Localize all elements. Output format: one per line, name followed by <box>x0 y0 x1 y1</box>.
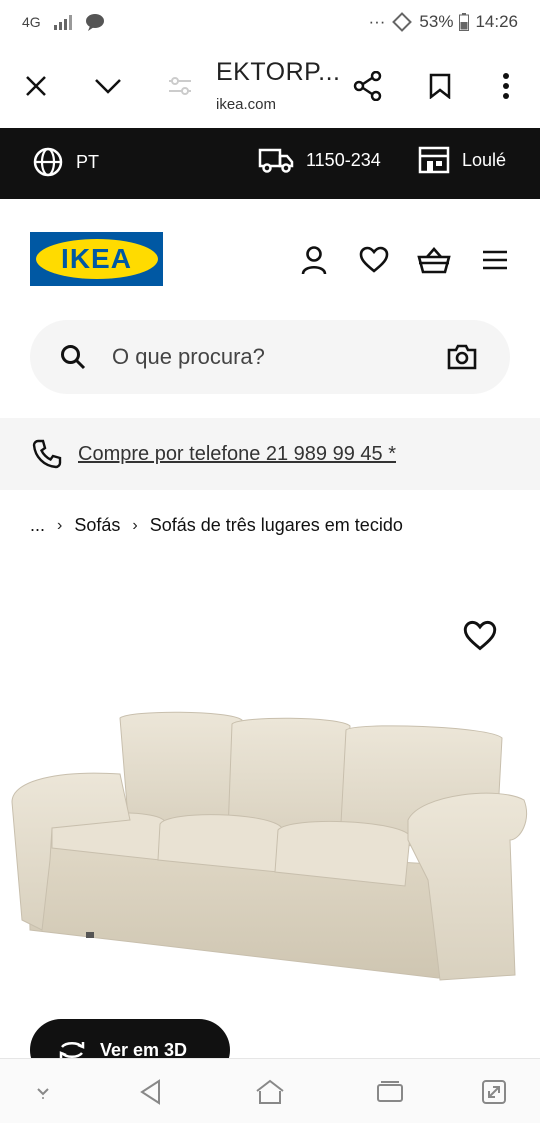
bookmark-button[interactable] <box>418 64 462 108</box>
store-selector[interactable]: Loulé <box>418 146 506 174</box>
recents-icon <box>377 1081 403 1102</box>
logo-text: IKEA <box>61 243 132 274</box>
store-label: Loulé <box>462 149 507 170</box>
search-icon <box>61 345 86 370</box>
chevron-right-icon: › <box>57 516 63 534</box>
language-label: PT <box>76 151 100 172</box>
nav-hide-button[interactable] <box>28 1077 58 1107</box>
close-icon <box>26 76 46 96</box>
system-nav-bar <box>0 1058 540 1123</box>
home-icon <box>256 1079 284 1104</box>
chevron-right-icon: › <box>132 516 138 534</box>
ikea-logo[interactable]: IKEA <box>30 232 163 286</box>
site-settings-button[interactable] <box>158 64 202 108</box>
page-title: EKTORP... <box>216 58 341 86</box>
search-placeholder: O que procura? <box>112 344 265 369</box>
breadcrumb-ellipsis[interactable]: ... <box>30 515 45 536</box>
chevron-down-icon <box>95 79 121 94</box>
delivery-truck-icon <box>258 148 294 173</box>
chat-bubble-icon <box>85 14 104 31</box>
clock: 14:26 <box>475 12 518 31</box>
close-tab-button[interactable] <box>14 64 58 108</box>
phone-order-link[interactable]: Compre por telefone 21 989 99 45 * <box>78 443 396 466</box>
visual-search-button[interactable] <box>444 339 480 375</box>
hamburger-menu-icon <box>483 250 507 270</box>
battery-icon <box>459 13 470 31</box>
menu-button[interactable] <box>475 240 515 280</box>
account-button[interactable] <box>294 240 334 280</box>
more-options-button[interactable] <box>484 64 528 108</box>
postcode-label: 1150-234 <box>306 149 381 170</box>
share-button[interactable] <box>346 64 390 108</box>
expand-icon <box>482 1080 506 1104</box>
language-selector[interactable]: PT <box>32 146 99 178</box>
nav-fullscreen-button[interactable] <box>479 1077 509 1107</box>
signal-icon <box>53 15 72 30</box>
phone-icon <box>32 439 62 469</box>
heart-icon <box>359 246 389 273</box>
store-icon <box>418 146 450 174</box>
add-to-wishlist-button[interactable] <box>463 620 497 654</box>
back-triangle-icon <box>140 1079 160 1105</box>
bookmark-icon <box>429 73 451 99</box>
network-type: 4G <box>22 14 41 30</box>
breadcrumb-item-current[interactable]: Sofás de três lugares em tecido <box>150 515 403 536</box>
camera-icon <box>447 344 477 370</box>
status-bar: 4G ··· 53% 14:26 <box>0 0 540 44</box>
heart-icon <box>463 620 497 651</box>
breadcrumb-item-sofas[interactable]: Sofás <box>74 515 120 536</box>
nav-back-button[interactable] <box>136 1077 166 1107</box>
chevron-down-small-icon <box>37 1088 49 1099</box>
page-url: ikea.com <box>216 96 277 113</box>
wishlist-button[interactable] <box>354 240 394 280</box>
search-input[interactable]: O que procura? <box>30 320 510 394</box>
more-notifications-icon: ··· <box>368 12 386 31</box>
globe-icon <box>33 147 63 177</box>
postcode-selector[interactable]: 1150-234 <box>258 146 381 174</box>
nav-recents-button[interactable] <box>375 1077 405 1107</box>
collapse-button[interactable] <box>86 64 130 108</box>
product-image-sofa[interactable] <box>0 690 540 990</box>
nav-home-button[interactable] <box>255 1077 285 1107</box>
battery-percent: 53% <box>419 12 454 31</box>
cart-button[interactable] <box>414 240 454 280</box>
user-icon <box>301 246 327 275</box>
phone-order-banner: Compre por telefone 21 989 99 45 * <box>0 418 540 490</box>
share-icon <box>353 71 382 101</box>
store-info-bar: PT 1150-234 Loulé <box>0 128 540 199</box>
tune-icon <box>169 77 191 95</box>
rotate-icon <box>392 12 413 32</box>
shopping-basket-icon <box>417 247 451 274</box>
breadcrumb: ... › Sofás › Sofás de três lugares em t… <box>30 515 403 536</box>
more-vertical-icon <box>503 73 509 99</box>
